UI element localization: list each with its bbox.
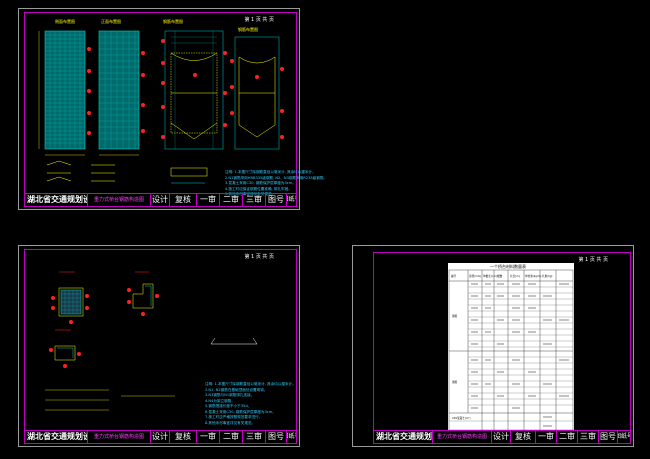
table-footer-label: C30混凝土(m³) [452, 416, 470, 420]
sheet-2-frame: 第 1 页 共 页 注明: 1.本图尺寸除钢筋直径以毫米计, 其余均以厘米计。 … [24, 249, 297, 444]
sheet-2-title-block: 湖北省交通规划设计院 重力式桥台钢筋构造图 设计 复核 一审 二审 三审 图号 … [25, 430, 296, 443]
tb-check-2: 二审 [556, 431, 577, 443]
material-table: 一个桥台材料数量表 编号 直径(mm) 单根长(cm) 根数 共长(m) 单位重… [448, 263, 574, 431]
tb-check-1: 一审 [535, 431, 556, 443]
tb-review: 复核 [169, 194, 196, 206]
tb-unit: 湖北省交通规划设计院 [27, 195, 87, 204]
drawing-sheet-3: 第 1 页 共 页 一个桥台材料数量表 编号 直径(mm) 单根长(cm) 根数… [352, 245, 634, 447]
tb-design: 设计 [491, 431, 509, 443]
tb-unit: 湖北省交通规划设计院 [27, 432, 87, 441]
tb-drawing-name: 重力式桥台钢筋构造图 [87, 194, 150, 206]
sheet-1-title-block: 湖北省交通规划设计院 重力式桥台钢筋构造图 设计 复核 一审 二审 三审 图号 … [25, 193, 296, 206]
tb-drawing-name: 重力式桥台钢筋构造图 [432, 431, 491, 443]
tb-check-2: 二审 [219, 431, 242, 443]
drawing-sheet-2: 第 1 页 共 页 注明: 1.本图尺寸除钢筋直径以毫米计, 其余均以厘米计。 … [18, 245, 300, 447]
tb-drawing-name: 重力式桥台钢筋构造图 [87, 431, 150, 443]
sheet-2-dimensions [45, 389, 175, 411]
table-header-5: 共长(m) [510, 274, 520, 278]
rebar-view-2 [234, 36, 280, 150]
section-detail-4 [210, 337, 258, 345]
sheet-3-title-block: 湖北省交通规划设计院 重力式桥台钢筋构造图 设计 复核 一审 二审 三审 图号 … [374, 430, 630, 443]
table-header-7: 共重(kg) [542, 274, 552, 278]
view-title-rebar-2: 钢筋布置图 [238, 26, 258, 32]
section-detail-2 [132, 271, 154, 309]
view-title-side: 侧面布置图 [55, 18, 75, 24]
tb-design: 设计 [150, 194, 168, 206]
tb-unit: 湖北省交通规划设计院 [376, 432, 432, 441]
tb-check-1: 一审 [196, 194, 219, 206]
table-header-1: 编号 [451, 274, 457, 278]
drawing-sheet-1: 第 1 页 共 页 侧面布置图 正面布置图 钢筋布置图 钢筋布置图 注明: 1.… [18, 8, 327, 210]
tb-drawing-no: 图号 [265, 431, 286, 443]
tb-check-3: 三审 [242, 431, 265, 443]
table-side-label-2: 钢筋 [452, 380, 458, 384]
sheet-3-frame: 第 1 页 共 页 一个桥台材料数量表 编号 直径(mm) 单根长(cm) 根数… [373, 252, 631, 444]
tb-sheet-code: 图纸号 [617, 431, 630, 443]
tb-check-3: 三审 [577, 431, 598, 443]
view-title-front: 正面布置图 [101, 18, 121, 24]
sheet-1-frame: 第 1 页 共 页 侧面布置图 正面布置图 钢筋布置图 钢筋布置图 注明: 1.… [24, 12, 327, 207]
sheet-3-number: 第 1 页 共 页 [578, 257, 608, 263]
section-detail-3 [54, 329, 76, 361]
tb-drawing-no: 图号 [265, 194, 286, 206]
rebar-view-1 [164, 30, 224, 150]
tb-check-2: 二审 [219, 194, 242, 206]
detail-sketches [46, 160, 208, 184]
tb-design: 设计 [150, 431, 168, 443]
tb-sheet-code: 图纸号 [286, 194, 296, 206]
table-header-2: 直径(mm) [469, 274, 481, 278]
tb-sheet-code: 图纸号 [286, 431, 296, 443]
front-view [98, 30, 140, 156]
tb-drawing-no: 图号 [598, 431, 616, 443]
tb-check-1: 一审 [196, 431, 219, 443]
table-header-3: 单根长(cm) [483, 274, 497, 278]
section-detail-1 [58, 271, 84, 317]
table-header-6: 单位重(kg/m) [525, 274, 541, 278]
table-grid: 编号 直径(mm) 单根长(cm) 根数 共长(m) 单位重(kg/m) 共重(… [448, 269, 574, 431]
sheet-1-drawing: 侧面布置图 正面布置图 钢筋布置图 钢筋布置图 [38, 18, 284, 184]
table-side-label-1: 钢筋 [452, 314, 458, 318]
side-view [38, 30, 86, 156]
tb-check-3: 三审 [242, 194, 265, 206]
sheet-2-notes: 注明: 1.本图尺寸除钢筋直径以毫米计, 其余均以厘米计。 2.N1, N2钢筋… [205, 382, 296, 425]
tb-review: 复核 [510, 431, 535, 443]
table-header-4: 根数 [497, 274, 503, 278]
tb-review: 复核 [169, 431, 196, 443]
view-title-rebar-1: 钢筋布置图 [163, 18, 183, 24]
